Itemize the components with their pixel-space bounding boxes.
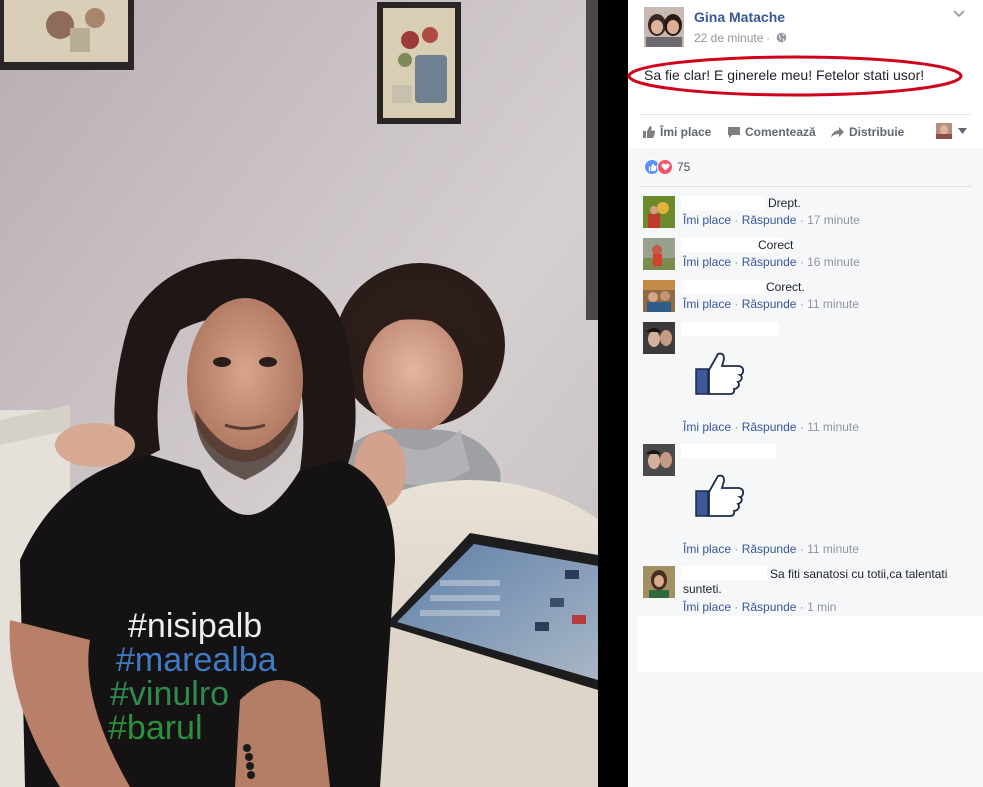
- panel-footer: [637, 672, 983, 787]
- comment-time[interactable]: 17 minute: [807, 213, 860, 227]
- comment-like-link[interactable]: Îmi place: [683, 255, 731, 269]
- comment-actions: Îmi place · Răspunde · 16 minute: [683, 255, 860, 269]
- wall-picture-left: [0, 0, 134, 70]
- post-panel: Gina Matache 22 de minute · Sa fie clar!…: [627, 0, 983, 787]
- globe-icon: [776, 32, 787, 43]
- photo-scene: #nisipalb #marealba #vinulro #barul: [0, 0, 598, 787]
- separator: ·: [734, 297, 739, 311]
- separator: ·: [734, 255, 739, 269]
- thumbs-up-sticker-icon: [695, 474, 745, 517]
- photo-gutter: [598, 0, 628, 787]
- comment-actions: Îmi place · Răspunde · 17 minute: [683, 213, 860, 227]
- comment-text-line-2: sunteti.: [683, 582, 722, 596]
- comment-actions: Îmi place · Răspunde · 11 minute: [683, 542, 859, 556]
- comment-text-line-1: Sa fiti sanatosi cu totii,ca talentati: [770, 567, 948, 581]
- comment-actions: Îmi place · Răspunde · 11 minute: [683, 420, 859, 434]
- comment-time[interactable]: 11 minute: [807, 420, 859, 434]
- chevron-down-icon[interactable]: [952, 9, 966, 19]
- viewer-avatar: [936, 123, 952, 139]
- comment-text: Corect.: [766, 280, 805, 294]
- comment-like-link[interactable]: Îmi place: [683, 297, 731, 311]
- separator: ·: [799, 297, 804, 311]
- separator: ·: [799, 213, 804, 227]
- reactions-count: 75: [677, 160, 691, 174]
- comment-avatar[interactable]: [643, 322, 675, 354]
- share-label: Distribuie: [849, 125, 905, 139]
- commenter-name-redacted: [681, 444, 776, 458]
- comment-avatar[interactable]: [643, 444, 675, 476]
- separator: ·: [734, 600, 739, 614]
- comment-time[interactable]: 1 min: [807, 600, 836, 614]
- comment-time[interactable]: 16 minute: [807, 255, 860, 269]
- caret-down-icon: [958, 128, 967, 134]
- comment-actions: Îmi place · Răspunde · 1 min: [683, 600, 836, 614]
- post-photo[interactable]: #nisipalb #marealba #vinulro #barul: [0, 0, 598, 787]
- separator: ·: [799, 255, 804, 269]
- comment-reply-link[interactable]: Răspunde: [742, 600, 797, 614]
- comment-reply-link[interactable]: Răspunde: [742, 420, 797, 434]
- author-avatar[interactable]: [644, 7, 684, 47]
- commenter-name-redacted: [681, 196, 765, 210]
- comment-like-link[interactable]: Îmi place: [683, 600, 731, 614]
- separator: ·: [799, 542, 804, 556]
- comment-time[interactable]: 11 minute: [807, 542, 859, 556]
- comment-actions: Îmi place · Răspunde · 11 minute: [683, 297, 859, 311]
- comment-bubble-icon: [728, 126, 740, 138]
- thumbs-up-icon: [643, 126, 656, 138]
- comment-avatar[interactable]: [643, 566, 675, 598]
- reactions-summary[interactable]: 75: [644, 159, 690, 175]
- comment-button[interactable]: Comentează: [727, 124, 816, 140]
- shirt-line-4: #barul: [108, 709, 203, 747]
- commenter-name-redacted: [681, 566, 767, 580]
- commenter-name-redacted: [681, 280, 765, 294]
- wall-picture-right: [377, 2, 461, 124]
- like-label: Îmi place: [660, 125, 712, 139]
- comment-label: Comentează: [745, 125, 816, 139]
- comment-like-link[interactable]: Îmi place: [683, 213, 731, 227]
- separator: ·: [734, 420, 739, 434]
- separator: ·: [799, 600, 804, 614]
- love-reaction-icon: [657, 159, 673, 175]
- author-name[interactable]: Gina Matache: [694, 9, 785, 25]
- share-button[interactable]: Distribuie: [830, 124, 904, 140]
- shirt-line-1: #nisipalb: [128, 607, 262, 645]
- timestamp-separator: ·: [766, 31, 770, 45]
- shirt-line-2: #marealba: [116, 641, 277, 679]
- post-text: Sa fie clar! E ginerele meu! Fetelor sta…: [644, 67, 925, 83]
- share-arrow-icon: [831, 126, 844, 138]
- post-timestamp[interactable]: 22 de minute: [694, 31, 763, 45]
- comment-reply-link[interactable]: Răspunde: [742, 297, 797, 311]
- comment-text: Drept.: [768, 196, 801, 210]
- comment-reply-link[interactable]: Răspunde: [742, 255, 797, 269]
- comment-avatar[interactable]: [643, 280, 675, 312]
- comment-text: Corect: [758, 238, 794, 252]
- separator: ·: [734, 213, 739, 227]
- comment-reply-link[interactable]: Răspunde: [742, 542, 797, 556]
- thumbs-up-sticker-icon: [695, 352, 745, 395]
- comment-avatar[interactable]: [643, 238, 675, 270]
- separator: ·: [799, 420, 804, 434]
- post-as-selector[interactable]: [936, 122, 970, 140]
- separator: ·: [734, 542, 739, 556]
- comment-time[interactable]: 11 minute: [807, 297, 859, 311]
- comment-avatar[interactable]: [643, 196, 675, 228]
- comment-reply-link[interactable]: Răspunde: [742, 213, 797, 227]
- shirt-line-3: #vinulro: [110, 675, 229, 713]
- actions-divider: [640, 114, 971, 115]
- commenter-name-redacted: [681, 322, 779, 336]
- comment-like-link[interactable]: Îmi place: [683, 420, 731, 434]
- comment-composer-area[interactable]: [637, 616, 983, 672]
- like-button[interactable]: Îmi place: [642, 124, 711, 140]
- comment-like-link[interactable]: Îmi place: [683, 542, 731, 556]
- reactions-divider: [640, 186, 971, 187]
